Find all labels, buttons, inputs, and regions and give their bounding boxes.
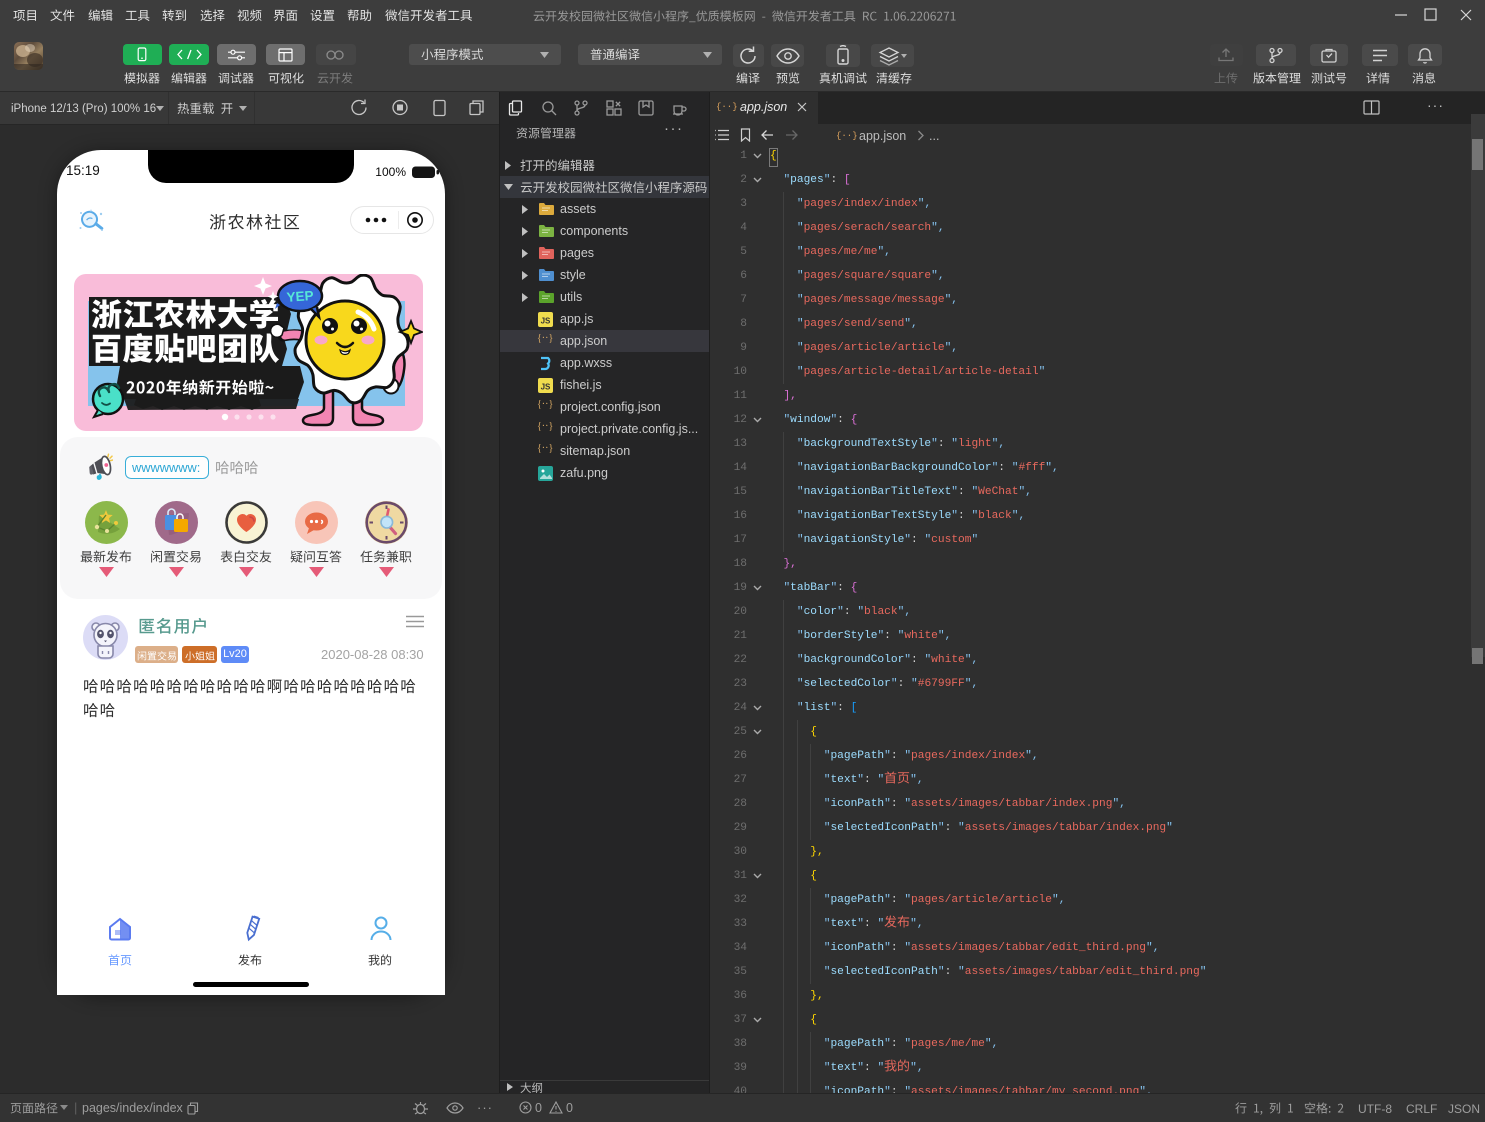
svg-text:JS: JS [541,317,551,326]
svg-text:YEP: YEP [286,288,314,305]
svg-text:JS: JS [541,383,551,392]
